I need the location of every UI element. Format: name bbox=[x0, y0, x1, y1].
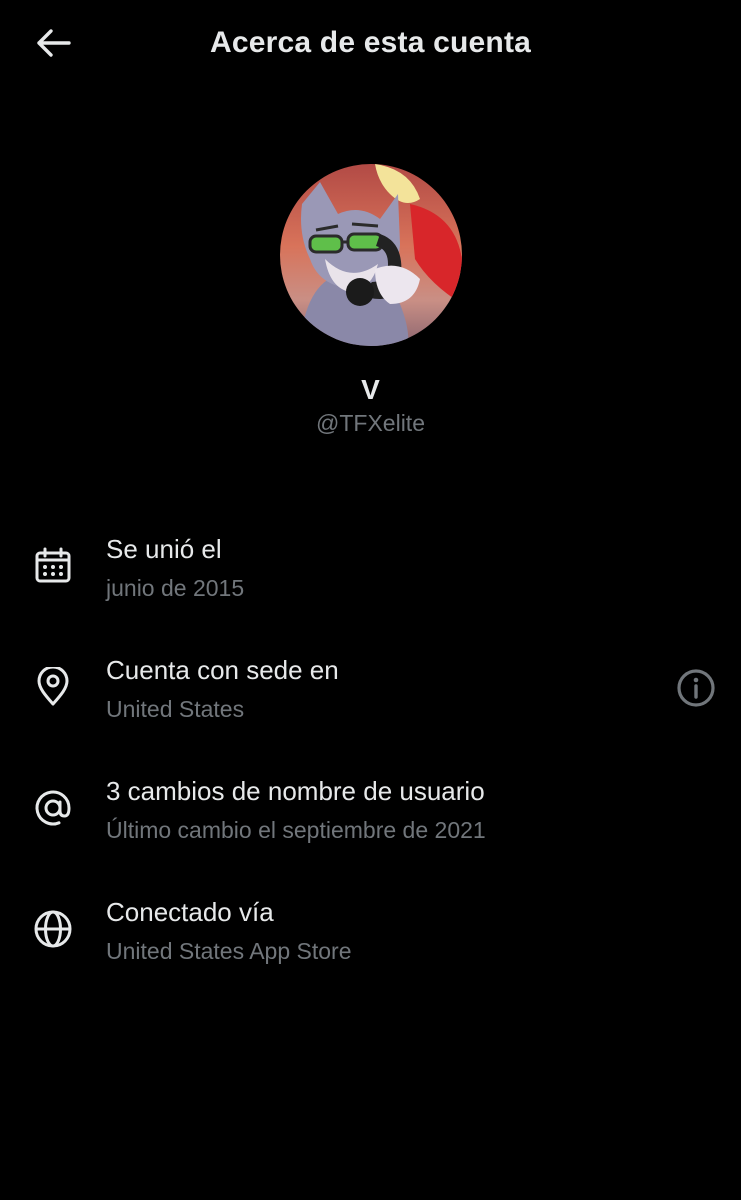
username-changes-title: 3 cambios de nombre de usuario bbox=[106, 776, 485, 806]
globe-icon bbox=[33, 909, 73, 949]
location-row: Cuenta con sede en United States bbox=[0, 651, 741, 751]
joined-date: junio de 2015 bbox=[106, 575, 245, 601]
info-icon bbox=[677, 669, 715, 707]
location-title: Cuenta con sede en bbox=[106, 655, 339, 685]
joined-row: Se unió el junio de 2015 bbox=[0, 530, 741, 630]
connected-via-value: United States App Store bbox=[106, 938, 352, 964]
joined-title: Se unió el bbox=[106, 534, 222, 564]
page-title: Acerca de esta cuenta bbox=[209, 26, 532, 59]
connected-via-row: Conectado vía United States App Store bbox=[0, 893, 741, 993]
avatar-image bbox=[280, 164, 462, 346]
info-button[interactable] bbox=[674, 666, 718, 710]
calendar-icon bbox=[33, 546, 73, 586]
location-value: United States bbox=[106, 696, 245, 722]
avatar[interactable] bbox=[280, 164, 462, 346]
connected-via-title: Conectado vía bbox=[106, 897, 274, 927]
username-changes-date: Último cambio el septiembre de 2021 bbox=[106, 817, 486, 843]
username-changes-row: 3 cambios de nombre de usuario Último ca… bbox=[0, 772, 741, 872]
at-sign-icon bbox=[33, 788, 73, 828]
display-name: V bbox=[361, 374, 380, 405]
location-pin-icon bbox=[33, 667, 73, 707]
top-bar: Acerca de esta cuenta bbox=[0, 0, 741, 88]
username-handle: @TFXelite bbox=[316, 410, 425, 436]
